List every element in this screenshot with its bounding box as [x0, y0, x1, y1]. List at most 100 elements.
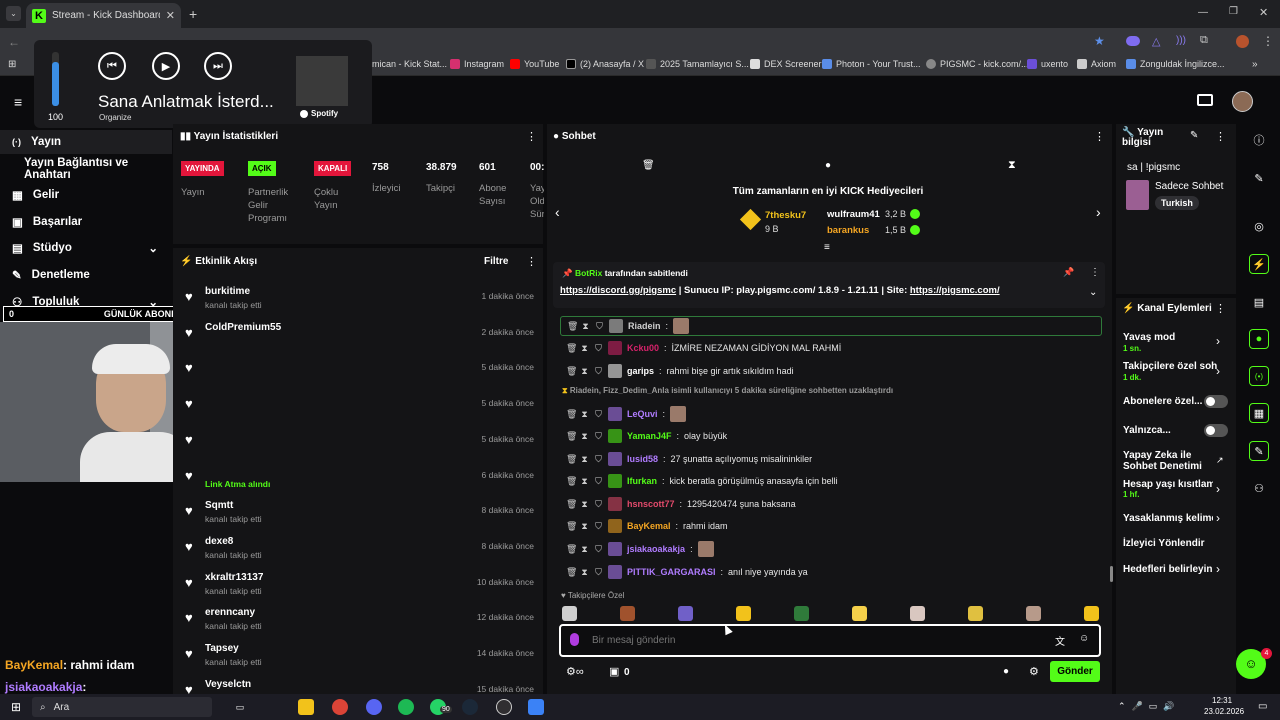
steam-icon[interactable]	[462, 699, 478, 715]
chat-message[interactable]: 🗑 ⧗ ⛉ BayKemal: rahmi idam	[560, 516, 1110, 536]
activity-item[interactable]: ♥ dexe8 kanalı takip etti 8 dakika önce	[180, 535, 540, 571]
timeout-icon[interactable]: ⧗	[580, 409, 589, 420]
chat-username[interactable]: hsnscott77	[627, 499, 675, 509]
broadcast-icon[interactable]: (•)	[1249, 366, 1269, 386]
chat-username[interactable]: garips	[627, 366, 654, 376]
apps-grid-icon[interactable]: ⊞	[8, 59, 16, 70]
timeout-icon[interactable]: ⧗	[581, 321, 590, 332]
emote-only-toggle[interactable]	[1204, 424, 1228, 437]
timeout-icon[interactable]: ⧗	[580, 521, 589, 532]
viewer-points-icon[interactable]: ⚙∞	[566, 665, 584, 678]
discord-link[interactable]: https://discord.gg/pigsmc	[560, 285, 676, 296]
bookmarks-overflow-icon[interactable]: »	[1252, 59, 1258, 70]
goals-chevron-icon[interactable]: ›	[1216, 562, 1220, 576]
nav-item-yayin[interactable]: (·) Yayın	[0, 130, 172, 154]
obs-icon[interactable]	[496, 699, 512, 715]
close-window-button[interactable]: ✕	[1259, 6, 1268, 19]
chat-message[interactable]: 🗑 ⧗ ⛉ garips: rahmi bişe gir artık sıkıldım …	[560, 361, 1110, 381]
category-name[interactable]: Sadece Sohbet	[1155, 181, 1223, 192]
account-age-chevron-icon[interactable]: ›	[1216, 482, 1220, 496]
external-link-icon[interactable]: ↗	[1216, 455, 1224, 466]
ban-shield-icon[interactable]: ⛉	[594, 567, 603, 578]
chat-options-icon[interactable]: ●	[1003, 666, 1009, 677]
chat-tab-hourglass-icon[interactable]: ⧗	[1008, 159, 1016, 172]
bolt-icon[interactable]: ⚡	[1249, 254, 1269, 274]
user-avatar[interactable]	[1232, 91, 1253, 112]
quick-emote[interactable]	[1084, 606, 1099, 621]
minimize-button[interactable]: —	[1198, 7, 1208, 18]
activity-item[interactable]: ♥ 5 dakika önce	[180, 356, 540, 392]
gifters-prev-icon[interactable]: ‹	[555, 204, 560, 220]
timeout-icon[interactable]: ⧗	[580, 544, 589, 555]
bookmark-zonguldak[interactable]: Zonguldak İngilizce...	[1126, 59, 1225, 69]
stats-menu-icon[interactable]: ⋮	[526, 130, 537, 143]
bookmark-youtube[interactable]: YouTube	[510, 59, 559, 69]
site-link[interactable]: https://pigsmc.com/	[910, 285, 1000, 296]
browser-menu-icon[interactable]: ⋮	[1262, 34, 1274, 48]
quick-emote[interactable]	[562, 606, 577, 621]
bookmark-kick-stats[interactable]: mican - Kick Stat...	[372, 59, 447, 69]
chat-icon[interactable]: ●	[1249, 329, 1269, 349]
timeout-icon[interactable]: ⧗	[580, 476, 589, 487]
chat-message-input[interactable]	[592, 632, 1032, 648]
timeout-icon[interactable]: ⧗	[580, 343, 589, 354]
chat-username[interactable]: BayKemal	[627, 521, 671, 531]
quick-emote[interactable]	[968, 606, 983, 621]
chat-message[interactable]: 🗑 ⧗ ⛉ LeQuvi:	[560, 404, 1110, 424]
activity-item[interactable]: ♥ ColdPremium55 2 dakika önce	[180, 321, 540, 357]
chat-message[interactable]: 🗑 ⧗ ⛉ Kcku00: İZMİRE NEZAMAN GİDİYON MAL RAH…	[560, 338, 1110, 358]
chat-message[interactable]: 🗑 ⧗ ⛉ jsiakaoakakja:	[560, 539, 1110, 559]
followers-chat-chevron-icon[interactable]: ›	[1216, 364, 1220, 378]
channel-actions-menu-icon[interactable]: ⋮	[1215, 302, 1226, 315]
quick-emote[interactable]	[736, 606, 751, 621]
gifter-3-name[interactable]: barankus	[827, 225, 869, 236]
subs-only-toggle[interactable]	[1204, 395, 1228, 408]
chat-username[interactable]: Kcku00	[627, 343, 659, 353]
chat-username[interactable]: Ifurkan	[627, 476, 657, 486]
ban-shield-icon[interactable]: ⛉	[594, 521, 603, 532]
chat-username[interactable]: Riadein	[628, 321, 661, 331]
chat-menu-icon[interactable]: ⋮	[1094, 130, 1105, 143]
notifications-icon[interactable]: ▭	[1258, 701, 1267, 712]
chat-message[interactable]: 🗑 ⧗ ⛉ Ifurkan: kick beratla görüşülmüş anasa…	[560, 471, 1110, 491]
activity-menu-icon[interactable]: ⋮	[526, 255, 537, 268]
pinned-expand-icon[interactable]: ⌄	[1089, 287, 1097, 298]
gifters-next-icon[interactable]: ›	[1096, 204, 1101, 220]
ban-shield-icon[interactable]: ⛉	[594, 409, 603, 420]
quick-emote[interactable]	[910, 606, 925, 621]
quick-emote[interactable]	[678, 606, 693, 621]
delete-message-icon[interactable]: 🗑	[566, 567, 577, 578]
bookmark-instagram[interactable]: Instagram	[450, 59, 504, 69]
gifter-2-name[interactable]: wulfraum41	[827, 209, 880, 220]
ban-shield-icon[interactable]: ⛉	[594, 476, 603, 487]
activity-item[interactable]: ♥ 5 dakika önce	[180, 392, 540, 428]
close-tab-icon[interactable]: ✕	[166, 9, 175, 22]
filter-button[interactable]: Filtre	[484, 256, 508, 267]
play-button[interactable]: ▶	[152, 52, 180, 80]
taskbar-search[interactable]: ⌕ Ara	[32, 697, 212, 717]
inbox-icon[interactable]	[1197, 94, 1213, 106]
banned-words-chevron-icon[interactable]: ›	[1216, 511, 1220, 525]
delete-message-icon[interactable]: 🗑	[566, 476, 577, 487]
previous-track-button[interactable]: ⏮	[98, 52, 126, 80]
timeout-icon[interactable]: ⧗	[580, 366, 589, 377]
hamburger-menu-icon[interactable]: ≡	[14, 94, 22, 110]
nav-item-stream-key[interactable]: Yayın Bağlantısı ve Anahtarı	[0, 157, 172, 181]
ban-shield-icon[interactable]: ⛉	[594, 499, 603, 510]
chat-tab-chat-icon[interactable]: ●	[825, 160, 831, 171]
next-track-button[interactable]: ⏭	[204, 52, 232, 80]
slow-mode-chevron-icon[interactable]: ›	[1216, 334, 1220, 348]
windows-start-icon[interactable]: ⊞	[8, 699, 24, 715]
extension-icon-3[interactable]: )))	[1176, 35, 1186, 46]
bookmark-dex-screener[interactable]: DEX Screener	[750, 59, 822, 69]
nav-item-denetleme[interactable]: ✎ Denetleme	[0, 263, 172, 287]
activity-item[interactable]: ♥ 5 dakika önce	[180, 428, 540, 464]
spotify-icon[interactable]	[398, 699, 414, 715]
unpin-icon[interactable]: 📌	[1063, 267, 1074, 278]
quick-emote[interactable]	[794, 606, 809, 621]
delete-message-icon[interactable]: 🗑	[566, 499, 577, 510]
timeout-icon[interactable]: ⧗	[580, 499, 589, 510]
chat-message[interactable]: 🗑 ⧗ ⛉ Riadein:	[560, 316, 1102, 336]
activity-item[interactable]: ♥ Link Atma alındı 6 dakika önce	[180, 464, 540, 500]
delete-message-icon[interactable]: 🗑	[567, 321, 578, 332]
